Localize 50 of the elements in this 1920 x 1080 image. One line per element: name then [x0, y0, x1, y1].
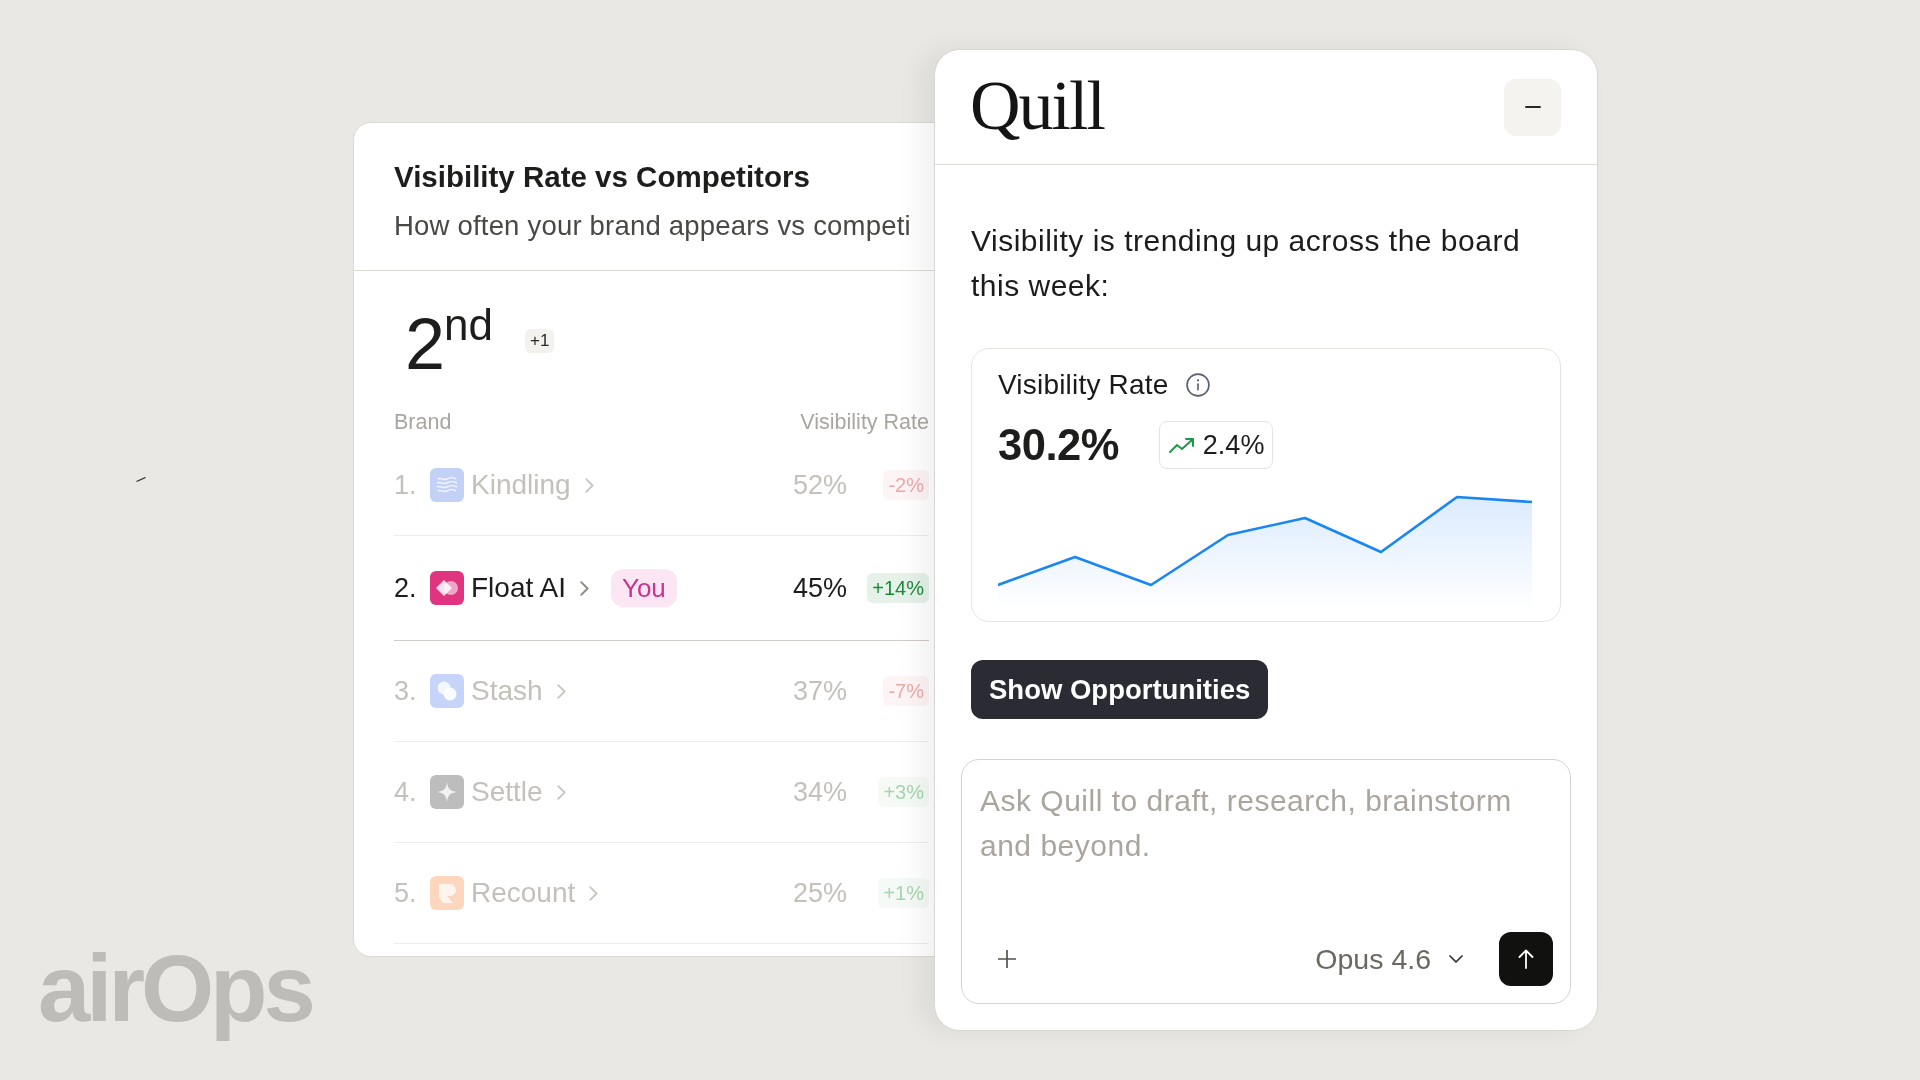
card-subtitle: How often your brand appears vs competi	[394, 209, 911, 243]
app-logo: Quill	[970, 70, 1104, 141]
brand-row[interactable]: 2. Float AI You 45% +14%	[394, 536, 929, 641]
change-badge: -2%	[883, 470, 929, 500]
chevron-right-icon	[584, 477, 594, 493]
rank-number: 1.	[394, 469, 418, 501]
rank-number: 2.	[394, 572, 418, 604]
assistant-message: Visibility is trending up across the board this week:	[971, 223, 1522, 304]
chevron-down-icon	[1449, 955, 1463, 963]
brand-name: Stash	[471, 675, 543, 707]
chevron-right-icon	[556, 683, 566, 699]
arrow-up-icon	[1518, 949, 1534, 969]
column-header: Visibility Rate	[800, 410, 929, 435]
brand-name: Float AI	[471, 572, 566, 604]
stray-stroke-icon	[136, 477, 146, 482]
plus-icon	[997, 949, 1017, 969]
brand-name: Settle	[471, 776, 543, 808]
visibility-value: 25%	[792, 877, 847, 909]
rank-change-badge: +1	[525, 329, 555, 353]
message-composer[interactable]: Ask Quill to draft, research, brainstorm and beyond. Opus 4.6	[961, 759, 1571, 1004]
column-header: Brand	[394, 410, 452, 435]
rank-number: 3.	[394, 675, 418, 707]
send-button[interactable]	[1499, 932, 1553, 986]
brand-name: Kindling	[471, 469, 571, 501]
change-badge: -7%	[883, 676, 929, 706]
visibility-value: 45%	[792, 572, 847, 604]
message-input[interactable]: Ask Quill to draft, research, brainstorm and beyond.	[980, 778, 1525, 868]
chevron-right-icon	[556, 784, 566, 800]
visibility-value: 52%	[792, 469, 847, 501]
change-value: 2.4%	[1202, 429, 1265, 461]
change-badge: +14%	[867, 573, 929, 603]
visibility-value: 34%	[792, 776, 847, 808]
visibility-value: 37%	[792, 675, 847, 707]
rank-number: 5.	[394, 877, 418, 909]
chevron-right-icon	[579, 580, 589, 596]
minimize-icon	[1524, 106, 1541, 108]
chevron-right-icon	[589, 885, 599, 901]
trend-up-icon	[1168, 437, 1195, 453]
model-dropdown[interactable]: Opus 4.6	[1309, 942, 1469, 976]
card-title: Visibility Rate vs Competitors	[394, 159, 810, 195]
info-icon[interactable]	[1185, 373, 1210, 397]
change-badge: +3%	[878, 777, 929, 807]
metric-title: Visibility Rate	[998, 369, 1169, 401]
metric-value: 30.2%	[998, 420, 1119, 470]
rank-number: 4.	[394, 776, 418, 808]
change-badge: +1%	[878, 878, 929, 908]
rank-position: 2$^{nd}$	[405, 308, 493, 380]
brand-name: Recount	[471, 877, 576, 909]
you-tag: You	[610, 569, 677, 607]
show-opportunities-button[interactable]: Show Opportunities	[971, 660, 1269, 719]
